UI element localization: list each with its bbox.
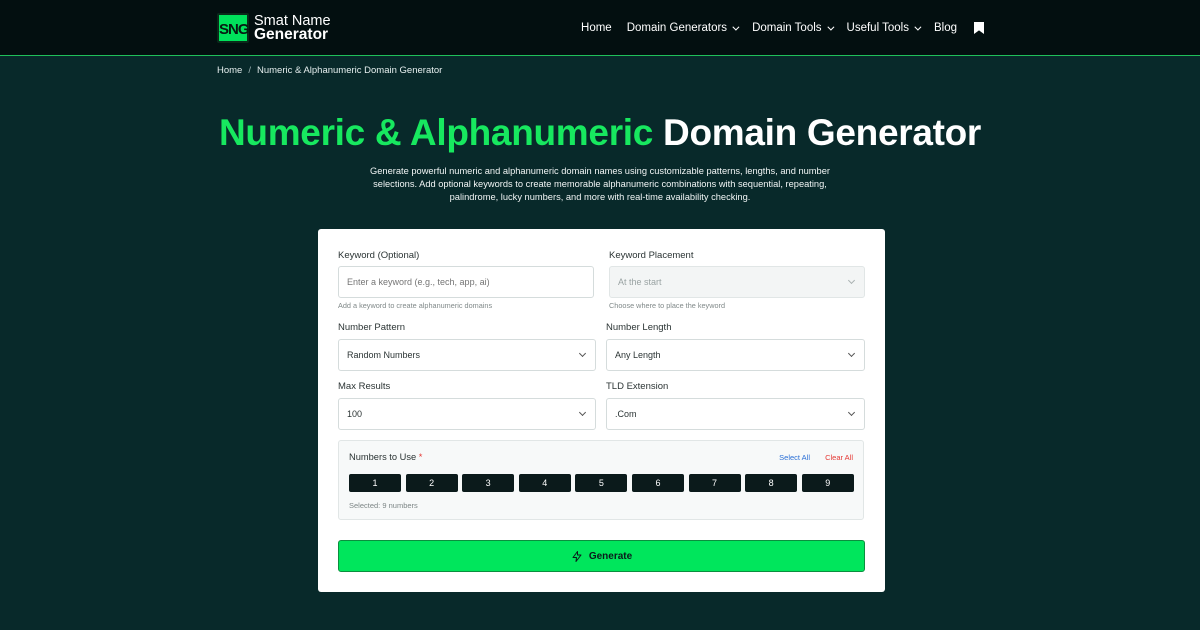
chevron-down-icon <box>847 276 856 285</box>
required-mark: * <box>418 452 423 462</box>
nav-domain-tools[interactable]: Domain Tools <box>752 22 834 34</box>
number-button-1[interactable]: 1 <box>349 474 401 492</box>
keyword-input[interactable] <box>338 266 594 298</box>
nav-blog[interactable]: Blog <box>934 22 957 34</box>
title-white: Domain Generator <box>663 112 982 153</box>
number-button-8[interactable]: 8 <box>745 474 798 492</box>
number-buttons: 1 2 3 4 5 6 7 8 9 <box>349 474 854 492</box>
numbers-to-use-label: Numbers to Use * <box>349 452 423 462</box>
tld-extension-select[interactable]: .Com <box>606 398 865 430</box>
breadcrumb-current: Numeric & Alphanumeric Domain Generator <box>256 65 443 76</box>
number-button-4[interactable]: 4 <box>518 474 571 492</box>
bolt-icon <box>572 550 582 562</box>
main-nav: Home Domain Generators Domain Tools Usef… <box>566 0 984 56</box>
number-length-value: Any Length <box>615 350 661 360</box>
selected-count: Selected: 9 numbers <box>349 501 418 510</box>
number-length-select[interactable]: Any Length <box>606 339 865 371</box>
number-button-5[interactable]: 5 <box>575 474 628 492</box>
nav-useful-tools[interactable]: Useful Tools <box>847 22 922 34</box>
chevron-down-icon <box>847 408 856 417</box>
number-pattern-label: Number Pattern <box>338 322 406 333</box>
nav-home[interactable]: Home <box>581 22 612 34</box>
number-button-7[interactable]: 7 <box>688 474 741 492</box>
page-title: Numeric & Alphanumeric Domain Generator <box>0 112 1200 154</box>
keyword-label: Keyword (Optional) <box>338 250 420 261</box>
max-results-select[interactable]: 100 <box>338 398 596 430</box>
max-results-value: 100 <box>347 409 363 419</box>
title-green: Numeric & Alphanumeric <box>218 112 654 153</box>
number-pattern-value: Random Numbers <box>347 350 421 360</box>
keyword-placement-help: Choose where to place the keyword <box>609 301 726 310</box>
logo-text: Smat Name Generator <box>254 14 331 43</box>
keyword-placement-label: Keyword Placement <box>609 250 694 261</box>
generate-button[interactable]: Generate <box>338 540 865 572</box>
generator-card: Keyword (Optional) Add a keyword to crea… <box>318 229 885 592</box>
select-all-link[interactable]: Select All <box>779 453 810 462</box>
site-logo[interactable]: SNG Smat Name Generator <box>217 13 331 43</box>
breadcrumb-separator: / <box>248 65 251 76</box>
page-subtitle: Generate powerful numeric and alphanumer… <box>370 166 830 202</box>
number-button-9[interactable]: 9 <box>801 474 854 492</box>
keyword-placement-select[interactable]: At the start <box>609 266 865 298</box>
nav-domain-generators[interactable]: Domain Generators <box>627 22 740 34</box>
chevron-down-icon <box>732 23 740 31</box>
chevron-down-icon <box>578 349 587 358</box>
clear-all-link[interactable]: Clear All <box>825 453 853 462</box>
chevron-down-icon <box>847 349 856 358</box>
site-header: SNG Smat Name Generator Home Domain Gene… <box>0 0 1200 56</box>
number-button-2[interactable]: 2 <box>405 474 458 492</box>
chevron-down-icon <box>578 408 587 417</box>
generate-label: Generate <box>588 550 633 562</box>
bookmark-icon[interactable] <box>974 22 984 34</box>
keyword-help: Add a keyword to create alphanumeric dom… <box>338 301 493 310</box>
number-length-label: Number Length <box>606 322 672 333</box>
chevron-down-icon <box>914 23 922 31</box>
tld-extension-value: .Com <box>615 409 637 419</box>
number-button-6[interactable]: 6 <box>631 474 684 492</box>
logo-line2: Generator <box>254 26 329 43</box>
logo-badge: SNG <box>217 13 250 43</box>
tld-extension-label: TLD Extension <box>606 381 669 392</box>
chevron-down-icon <box>826 23 834 31</box>
breadcrumb: Home / Numeric & Alphanumeric Domain Gen… <box>217 65 442 76</box>
max-results-label: Max Results <box>338 381 391 392</box>
number-button-3[interactable]: 3 <box>462 474 515 492</box>
breadcrumb-home[interactable]: Home <box>217 65 242 76</box>
keyword-placement-value: At the start <box>618 277 662 287</box>
number-pattern-select[interactable]: Random Numbers <box>338 339 596 371</box>
numbers-to-use-panel: Numbers to Use * Select All Clear All 1 … <box>338 440 864 520</box>
